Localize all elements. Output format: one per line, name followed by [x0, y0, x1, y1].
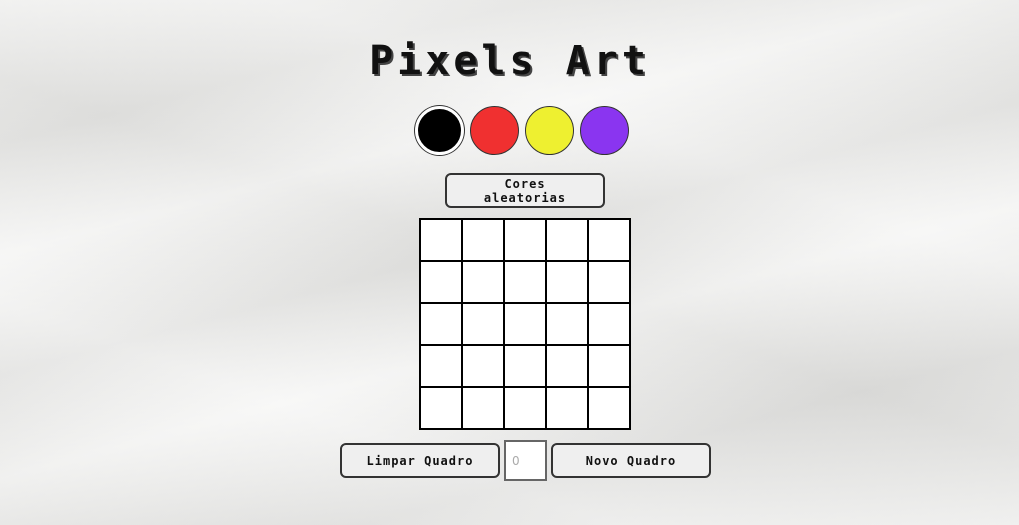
pixel-cell[interactable]	[588, 345, 630, 387]
new-board-button[interactable]: Novo Quadro	[551, 443, 711, 478]
pixel-cell[interactable]	[546, 387, 588, 429]
pixel-cell[interactable]	[504, 303, 546, 345]
pixel-cell[interactable]	[504, 219, 546, 261]
pixel-cell[interactable]	[546, 345, 588, 387]
pixel-cell[interactable]	[420, 387, 462, 429]
pixel-board	[419, 218, 631, 430]
pixel-cell[interactable]	[588, 303, 630, 345]
pixel-cell[interactable]	[462, 303, 504, 345]
clear-board-button[interactable]: Limpar Quadro	[340, 443, 500, 478]
pixel-cell[interactable]	[588, 219, 630, 261]
pixel-cell[interactable]	[462, 387, 504, 429]
pixel-cell[interactable]	[420, 219, 462, 261]
palette-color-purple[interactable]	[580, 106, 629, 155]
pixel-cell[interactable]	[546, 219, 588, 261]
random-colors-label-line2: aleatorias	[483, 190, 567, 205]
pixel-cell[interactable]	[504, 345, 546, 387]
board-size-input[interactable]	[504, 440, 547, 481]
pixel-cell[interactable]	[462, 345, 504, 387]
random-colors-label-line1: Cores	[504, 176, 546, 191]
pixel-cell[interactable]	[462, 261, 504, 303]
random-colors-button[interactable]: Cores aleatorias	[445, 173, 605, 208]
pixel-cell[interactable]	[546, 303, 588, 345]
pixel-cell[interactable]	[420, 345, 462, 387]
pixel-cell[interactable]	[420, 261, 462, 303]
pixel-cell[interactable]	[504, 261, 546, 303]
palette-color-yellow[interactable]	[525, 106, 574, 155]
page-title: Pixels Art	[369, 38, 650, 84]
pixel-cell[interactable]	[504, 387, 546, 429]
palette-color-red[interactable]	[470, 106, 519, 155]
pixel-cell[interactable]	[462, 219, 504, 261]
pixel-cell[interactable]	[420, 303, 462, 345]
pixel-cell[interactable]	[588, 261, 630, 303]
pixel-cell[interactable]	[588, 387, 630, 429]
color-palette	[415, 106, 629, 155]
pixel-cell[interactable]	[546, 261, 588, 303]
palette-color-black[interactable]	[415, 106, 464, 155]
